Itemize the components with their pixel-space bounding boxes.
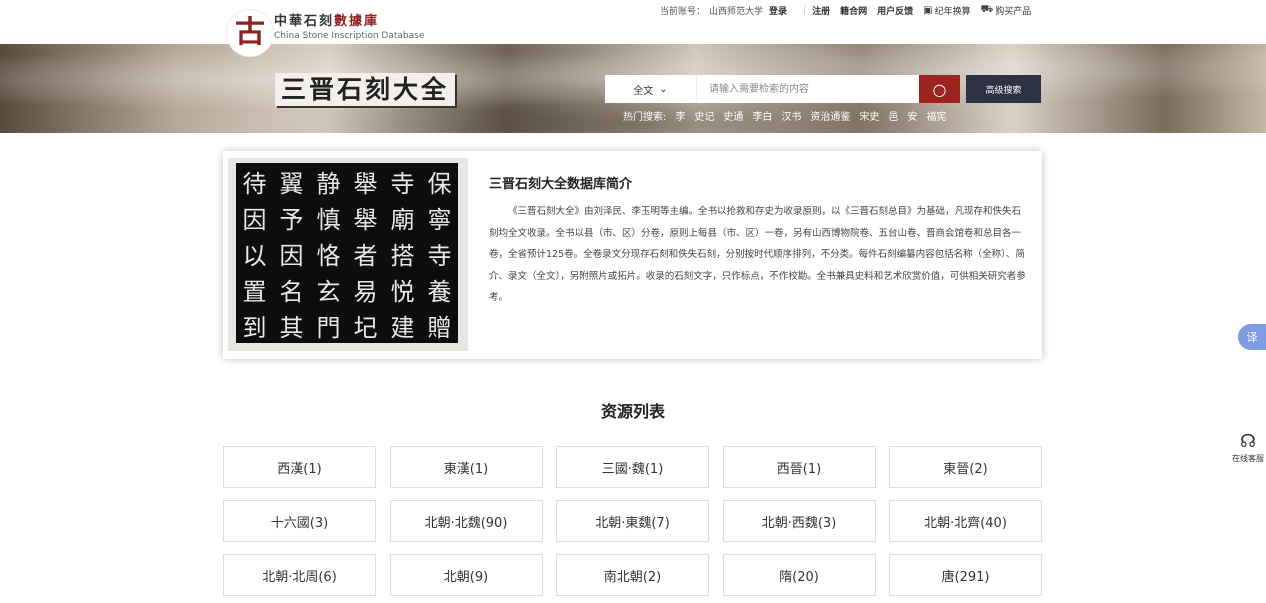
- rubbing-char: 廟: [390, 205, 415, 234]
- rubbing-char: 保: [427, 169, 452, 198]
- rubbing-char: 舉: [353, 205, 378, 234]
- hot-term[interactable]: 宋史: [859, 108, 879, 123]
- rubbing-char: 者: [353, 241, 378, 270]
- hot-term[interactable]: 安: [907, 108, 917, 123]
- rubbing-char: 待: [242, 169, 267, 198]
- resource-item[interactable]: 隋(20): [722, 554, 876, 596]
- hot-term[interactable]: 李白: [752, 108, 772, 123]
- resource-item[interactable]: 北朝·北齊(40): [889, 500, 1042, 542]
- intro-body: 《三晋石刻大全》由刘泽民、李玉明等主编。全书以抢救和存史为收录原则，以《三晋石刻…: [489, 206, 1026, 303]
- search-input[interactable]: [697, 75, 919, 103]
- register-link[interactable]: 注册: [812, 4, 830, 17]
- resource-item[interactable]: 北朝·北周(6): [223, 554, 376, 596]
- resource-item[interactable]: 北朝·東魏(7): [556, 500, 709, 542]
- logo-emblem[interactable]: 古: [226, 9, 274, 57]
- rubbing-char: 其: [279, 313, 304, 342]
- feedback-link[interactable]: 用户反馈: [877, 4, 913, 17]
- resource-item[interactable]: 十六國(3): [223, 500, 376, 542]
- hot-searches: ♨ 热门搜索: 李 史记 史通 李白 汉书 资治通鉴 宋史 邑 安 福宪: [605, 108, 946, 123]
- rubbing-char: 以: [242, 241, 267, 270]
- resource-item[interactable]: 北朝(9): [389, 554, 543, 596]
- hot-term[interactable]: 李: [675, 108, 685, 123]
- rubbing-char: 圮: [353, 313, 378, 342]
- intro-title: 三晋石刻大全数据库简介: [489, 177, 633, 192]
- rubbing-inscription: 保寺舉静翼待寧廟舉慎予因寺搭者恪因以養悦易玄名置贈建圮門其到: [236, 163, 458, 343]
- resource-grid: 西漢(1) 東漢(1) 三國·魏(1) 西晉(1) 東晉(2) 十六國(3) 北朝·北魏(9…: [223, 446, 1042, 596]
- resource-item[interactable]: 東漢(1): [389, 446, 543, 488]
- jiehe-link[interactable]: 籍合网: [840, 4, 867, 17]
- rubbing-char: 贈: [427, 313, 452, 342]
- rubbing-char: 搭: [390, 241, 415, 270]
- banner: 三晋石刻大全 全文 ⌄ ○ 高级搜索 ♨ 热门搜索: 李 史记 史通 李白 汉书…: [0, 44, 1266, 133]
- top-links: 当前账号： 山西师范大学 登录 | 注册 籍合网 用户反馈 ▣ 纪年换算 ⛟ 购…: [660, 3, 1041, 17]
- hot-term[interactable]: 史记: [694, 108, 714, 123]
- rubbing-char: 恪: [316, 241, 341, 270]
- rubbing-char: 養: [427, 277, 452, 306]
- headset-icon: ☊: [1240, 431, 1256, 452]
- buy-link[interactable]: 购买产品: [995, 4, 1031, 17]
- resource-item[interactable]: 西晉(1): [722, 446, 876, 488]
- cart-icon: ⛟: [980, 3, 994, 15]
- search-icon: ○: [932, 79, 947, 99]
- login-link[interactable]: 登录: [769, 4, 787, 17]
- hot-term[interactable]: 邑: [888, 108, 898, 123]
- hot-term[interactable]: 福宪: [926, 108, 946, 123]
- advanced-search-button[interactable]: 高级搜索: [966, 75, 1041, 103]
- rubbing-char: 名: [279, 277, 304, 306]
- account-label: 当前账号：: [660, 6, 706, 17]
- logo-en: China Stone Inscription Database: [274, 31, 425, 41]
- rubbing-char: 悦: [390, 277, 415, 306]
- rubbing-char: 寺: [427, 241, 452, 270]
- resource-item[interactable]: 北朝·北魏(90): [389, 500, 543, 542]
- hot-label: 热门搜索:: [622, 112, 667, 123]
- rubbing-char: 静: [316, 169, 341, 198]
- resource-item[interactable]: 東晉(2): [889, 446, 1042, 488]
- hot-term[interactable]: 资治通鉴: [810, 108, 850, 123]
- divider: |: [803, 5, 807, 15]
- online-service-button[interactable]: ☊ 在线客服: [1230, 431, 1266, 464]
- rubbing-char: 因: [279, 241, 304, 270]
- resource-item[interactable]: 北朝·西魏(3): [722, 500, 876, 542]
- search-scope-label: 全文: [633, 85, 654, 97]
- rubbing-char: 到: [242, 313, 267, 342]
- search-button[interactable]: ○: [919, 75, 960, 103]
- logo-cn: 中華石刻數據庫: [274, 14, 380, 29]
- rubbing-char: 建: [390, 313, 415, 342]
- rubbing-char: 翼: [279, 169, 304, 198]
- top-bar: 中華石刻數據庫 China Stone Inscription Database…: [0, 0, 1266, 44]
- resource-list-title: 资源列表: [600, 402, 665, 421]
- resource-item[interactable]: 南北朝(2): [556, 554, 709, 596]
- search-scope-select[interactable]: 全文 ⌄: [605, 75, 697, 103]
- site-logo[interactable]: 中華石刻數據庫 China Stone Inscription Database: [274, 14, 424, 42]
- rubbing-char: 予: [279, 205, 304, 234]
- database-intro-card: 保寺舉静翼待寧廟舉慎予因寺搭者恪因以養悦易玄名置贈建圮門其到 三晋石刻大全数据库…: [223, 151, 1042, 359]
- fire-icon: ♨: [605, 110, 614, 121]
- rubbing-char: 慎: [316, 205, 341, 234]
- resource-item[interactable]: 西漢(1): [223, 446, 376, 488]
- rubbing-char: 玄: [316, 277, 341, 306]
- rubbing-char: 舉: [353, 169, 378, 198]
- rubbing-char: 易: [353, 277, 378, 306]
- account-name: 山西师范大学: [709, 6, 764, 17]
- calendar-link[interactable]: 纪年换算: [935, 4, 971, 17]
- logo-glyph: 古: [235, 15, 265, 50]
- rubbing-char: 寺: [390, 169, 415, 198]
- rubbing-char: 置: [242, 277, 267, 306]
- chevron-down-icon: ⌄: [659, 83, 668, 95]
- rubbing-char: 因: [242, 205, 267, 234]
- online-service-label: 在线客服: [1232, 454, 1264, 463]
- resource-item[interactable]: 唐(291): [889, 554, 1042, 596]
- calendar-icon: ▣: [923, 4, 933, 16]
- hot-term[interactable]: 汉书: [781, 108, 801, 123]
- rubbing-char: 門: [316, 313, 341, 342]
- hot-term[interactable]: 史通: [723, 108, 743, 123]
- search-bar: 全文 ⌄ ○: [605, 75, 960, 103]
- translate-button[interactable]: 译: [1238, 324, 1266, 350]
- resource-item[interactable]: 三國·魏(1): [556, 446, 709, 488]
- banner-title: 三晋石刻大全: [275, 73, 456, 106]
- rubbing-char: 寧: [427, 205, 452, 234]
